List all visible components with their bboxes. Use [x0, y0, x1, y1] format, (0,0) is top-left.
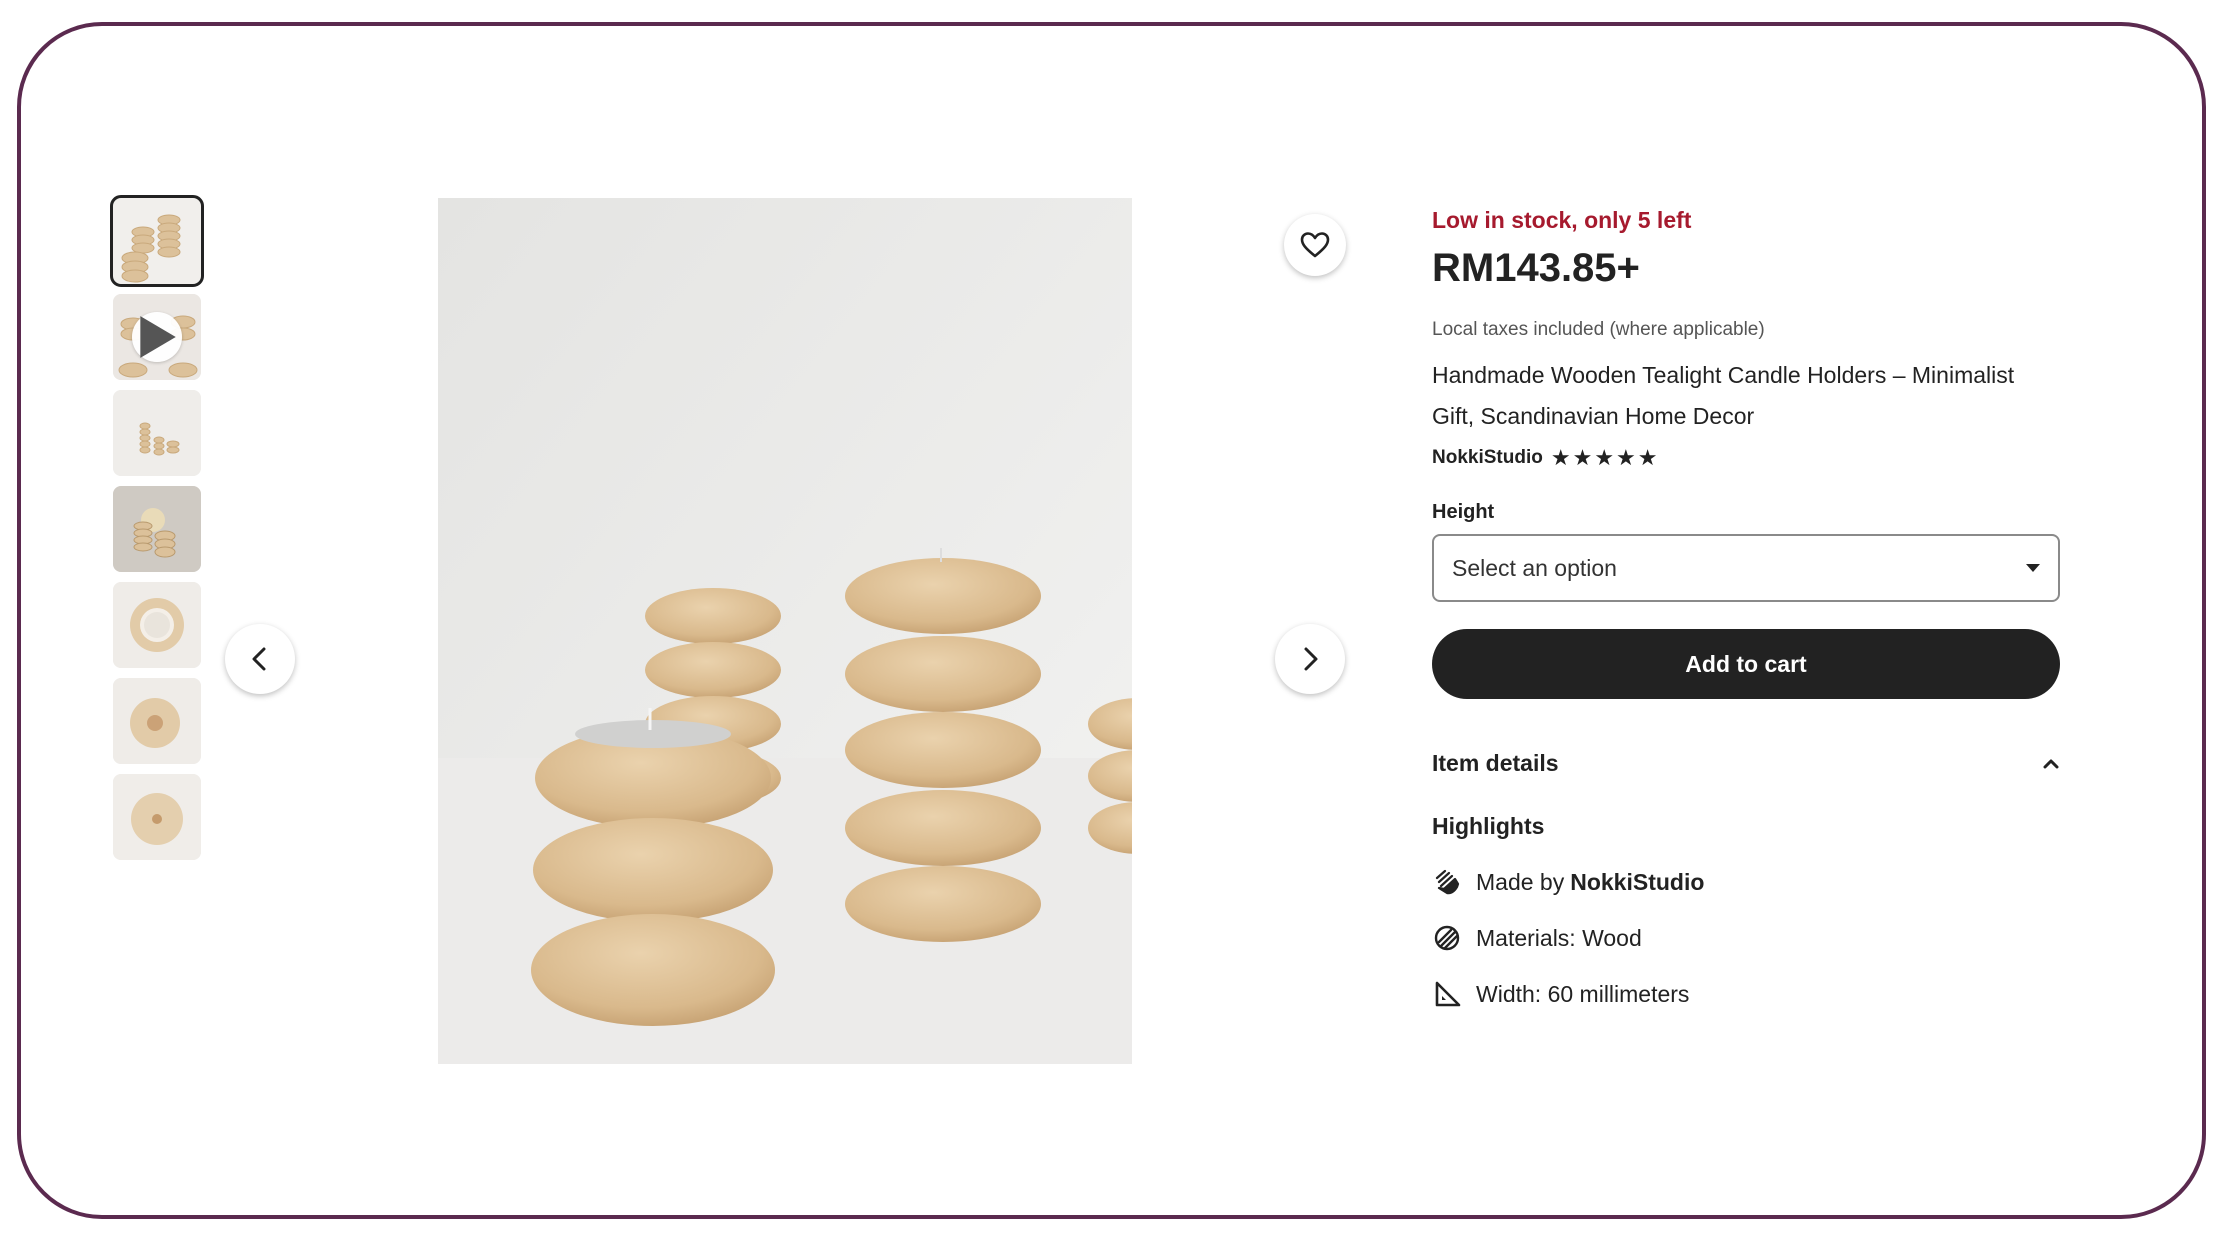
play-icon[interactable]: [132, 312, 182, 362]
thumbnail-4[interactable]: [113, 486, 201, 572]
materials-icon: [1432, 923, 1462, 953]
made-by-shop-link[interactable]: NokkiStudio: [1570, 869, 1704, 896]
product-title: Handmade Wooden Tealight Candle Holders …: [1432, 362, 2015, 429]
highlight-materials: Materials: Wood: [1432, 923, 2060, 953]
thumbnail-1[interactable]: [110, 195, 204, 287]
product-info-panel: Low in stock, only 5 left RM143.85+ Loca…: [1432, 200, 2060, 1009]
heart-icon: [1300, 232, 1330, 258]
star-icon: ★: [1594, 445, 1615, 470]
shop-row: NokkiStudio ★ ★ ★ ★ ★: [1432, 441, 2060, 475]
item-details-title: Item details: [1432, 749, 1559, 776]
thumbnail-6[interactable]: [113, 678, 201, 764]
chevron-right-icon: [1304, 647, 1318, 671]
shop-name-link[interactable]: NokkiStudio: [1432, 447, 1543, 469]
thumbnail-5[interactable]: [113, 582, 201, 668]
favorite-button[interactable]: [1284, 214, 1346, 276]
main-product-image: [438, 198, 1132, 1064]
stock-notice: Low in stock, only 5 left: [1432, 207, 1692, 233]
thumbnail-strip: [110, 195, 204, 870]
materials-text: Materials: Wood: [1476, 924, 1642, 951]
thumbnail-7[interactable]: [113, 774, 201, 860]
hand-icon: [1432, 867, 1462, 897]
height-select[interactable]: Select an option: [1432, 534, 2060, 602]
width-text: Width: 60 millimeters: [1476, 980, 1690, 1007]
star-icon: ★: [1550, 445, 1571, 470]
chevron-up-icon: [2043, 759, 2059, 769]
previous-image-button[interactable]: [225, 624, 295, 694]
highlight-made-by: Made by NokkiStudio: [1432, 867, 2060, 897]
highlight-width: Width: 60 millimeters: [1432, 979, 2060, 1009]
height-select-value: Select an option: [1452, 554, 1617, 581]
next-image-button[interactable]: [1275, 624, 1345, 694]
item-details-toggle[interactable]: Item details: [1432, 745, 2060, 781]
highlights-title: Highlights: [1432, 813, 1545, 839]
chevron-left-icon: [252, 647, 266, 671]
height-label: Height: [1432, 501, 1495, 523]
product-price: RM143.85+: [1432, 246, 1640, 290]
caret-down-icon: [2026, 564, 2040, 572]
star-icon: ★: [1572, 445, 1593, 470]
tax-note: Local taxes included (where applicable): [1432, 319, 1765, 340]
star-icon: ★: [1616, 445, 1636, 470]
rating-stars[interactable]: ★ ★ ★ ★ ★: [1551, 447, 1658, 469]
thumbnail-3[interactable]: [113, 390, 201, 476]
ruler-triangle-icon: [1432, 979, 1462, 1009]
thumbnail-video[interactable]: [113, 294, 201, 380]
made-by-prefix: Made by: [1476, 868, 1565, 895]
add-to-cart-button[interactable]: Add to cart: [1432, 629, 2060, 699]
star-icon: ★: [1637, 445, 1658, 470]
